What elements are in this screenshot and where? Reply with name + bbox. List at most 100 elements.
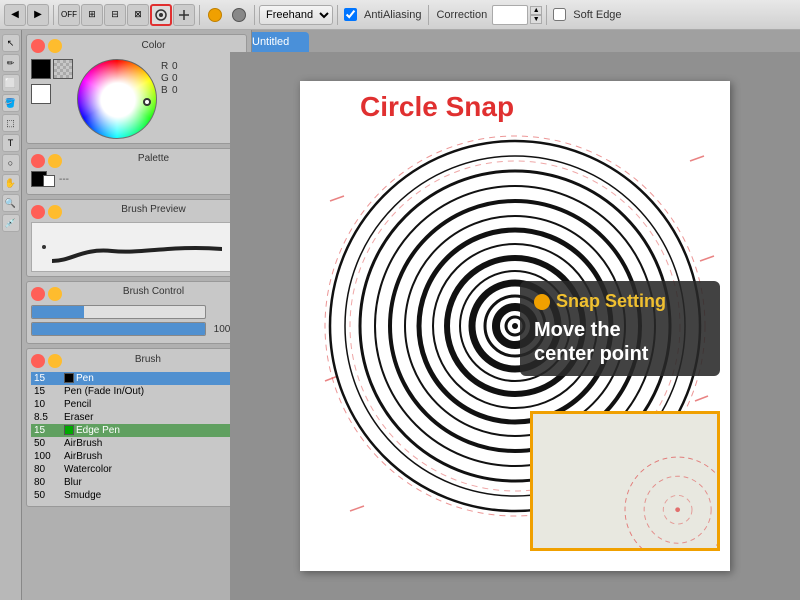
brush-list-item[interactable]: 15Pen (Fade In/Out) [31,385,242,398]
brush-size: 80 [31,476,61,489]
brush-size: 10 [31,398,61,411]
correction-label: Correction [436,9,487,21]
dot-indicator [204,4,226,26]
sep1 [53,5,54,25]
tools-sidebar: ↖ ✏ ⬜ 🪣 ⬚ T ○ ✋ 🔍 💉 [0,30,22,600]
brush-list-item[interactable]: 50Smudge [31,489,242,502]
r-value[interactable]: 0 [172,61,188,72]
color-swatches [31,59,73,104]
drawing-canvas[interactable]: Circle Snap Snap Setting Move thecenter … [300,81,730,571]
brush-name: AirBrush [61,450,242,463]
palette-bg[interactable] [43,175,55,187]
color-title: Color [65,40,242,51]
brush-size: 80 [31,463,61,476]
brush-color-swatch [64,373,74,383]
tool-zoom[interactable]: 🔍 [2,194,20,212]
correction-up[interactable]: ▲ [530,6,542,15]
brush-list-item[interactable]: 15Pen [31,372,242,385]
palette-section: Palette --- [26,148,247,195]
brush-size: 15 [31,372,61,385]
sep4 [337,5,338,25]
soft-edge-checkbox[interactable] [553,8,566,21]
b-value[interactable]: 0 [172,85,188,96]
toolbar-icon-off[interactable]: OFF [58,4,80,26]
tool-text[interactable]: T [2,134,20,152]
brush-list-item[interactable]: 15Edge Pen [31,424,242,437]
r-label: R [161,61,169,72]
toolbar-icon-grid2[interactable]: ⊟ [104,4,126,26]
brush-list-close[interactable] [31,354,45,368]
toolbar-icon-1[interactable]: ◀ [4,4,26,26]
palette-min-btn[interactable] [48,154,62,168]
left-panel: Color R 0 [22,30,252,600]
brush-size: 100 [31,450,61,463]
brush-ctrl-min[interactable] [48,287,62,301]
size-slider[interactable] [31,305,206,319]
toolbar-icon-grid1[interactable]: ⊞ [81,4,103,26]
brush-list-item[interactable]: 8.5Eraser [31,411,242,424]
brush-size: 8.5 [31,411,61,424]
tool-pen[interactable]: ✏ [2,54,20,72]
freehand-select[interactable]: Freehand [259,5,333,25]
sep5 [428,5,429,25]
color-wheel[interactable] [77,59,157,139]
toolbar-icon-grid3[interactable]: ⊠ [127,4,149,26]
brush-list-item[interactable]: 100AirBrush [31,450,242,463]
antialiasing-checkbox[interactable] [344,8,357,21]
brush-preview-title: Brush Preview [65,204,242,215]
tool-fill[interactable]: 🪣 [2,94,20,112]
foreground-swatch[interactable] [31,59,51,79]
brush-name: Blur [61,476,242,489]
circle-snap-label: Circle Snap [360,91,514,123]
orange-dot [208,8,222,22]
correction-input[interactable]: 0 [492,5,528,25]
b-label: B [161,85,169,96]
brush-preview-canvas [31,222,241,272]
correction-down[interactable]: ▼ [530,15,542,24]
sep6 [546,5,547,25]
color-cursor [143,98,151,106]
tool-cursor[interactable]: ↖ [2,34,20,52]
g-value[interactable]: 0 [172,73,188,84]
snap-setting-title: Snap Setting [534,291,706,312]
brush-list-item[interactable]: 80Blur [31,476,242,489]
brush-prev-min[interactable] [48,205,62,219]
toolbar-icon-circle-snap[interactable] [150,4,172,26]
brush-dot [42,245,46,249]
snap-setting-box: Snap Setting Move thecenter point [520,281,720,376]
soft-edge-label: Soft Edge [573,9,621,21]
minimize-btn[interactable] [48,39,62,53]
section-controls [31,39,62,53]
brush-ctrl-close[interactable] [31,287,45,301]
dot-indicator2 [228,4,250,26]
tool-select[interactable]: ⬚ [2,114,20,132]
brush-name: Pen [61,372,242,385]
mini-preview-svg [533,414,717,548]
correction-stepper[interactable]: ▲ ▼ [530,6,542,24]
brush-list-item[interactable]: 80Watercolor [31,463,242,476]
tool-eraser[interactable]: ⬜ [2,74,20,92]
brush-list-title: Brush [62,354,234,365]
canvas-area: Circle Snap Snap Setting Move thecenter … [230,52,800,600]
toolbar-icon-snap2[interactable] [173,4,195,26]
brush-list-min[interactable] [48,354,62,368]
tool-eyedrop[interactable]: 💉 [2,214,20,232]
brush-list-section: Brush ≡ 15Pen15Pen (Fade In/Out)10Pencil… [26,348,247,507]
gray-dot [232,8,246,22]
brush-name: Pen (Fade In/Out) [61,385,242,398]
transparent-swatch[interactable] [53,59,73,79]
tool-hand[interactable]: ✋ [2,174,20,192]
close-btn[interactable] [31,39,45,53]
palette-close-btn[interactable] [31,154,45,168]
tool-shape[interactable]: ○ [2,154,20,172]
brush-list-item[interactable]: 50AirBrush [31,437,242,450]
toolbar-icon-2[interactable]: ▶ [27,4,49,26]
brush-name: Smudge [61,489,242,502]
brush-list-item[interactable]: 10Pencil [31,398,242,411]
opacity-slider[interactable] [31,322,206,336]
brush-size: 15 [31,424,61,437]
brush-name: Watercolor [61,463,242,476]
palette-title: Palette [65,153,242,164]
background-swatch[interactable] [31,84,51,104]
brush-prev-close[interactable] [31,205,45,219]
